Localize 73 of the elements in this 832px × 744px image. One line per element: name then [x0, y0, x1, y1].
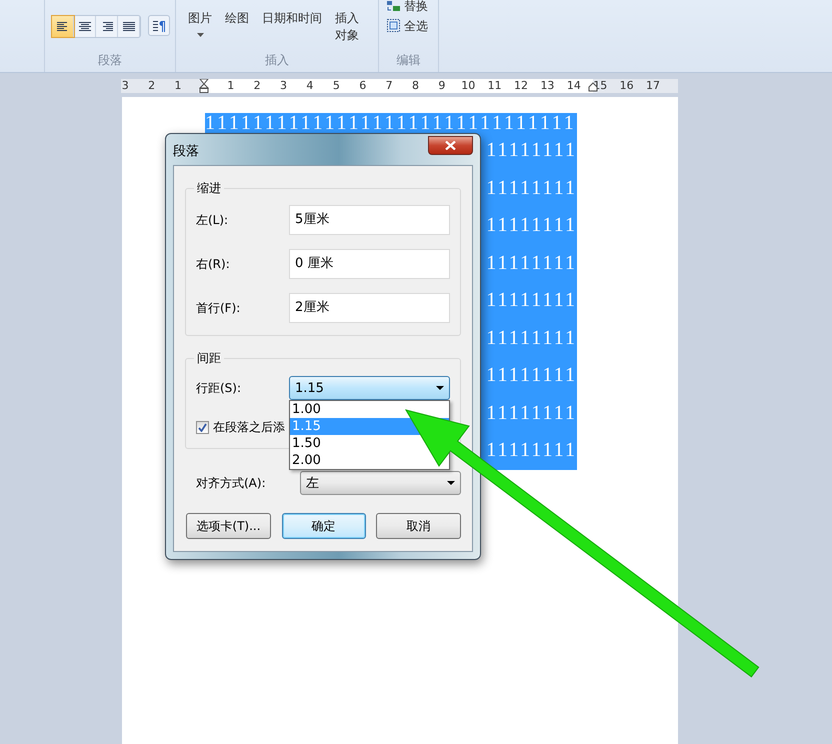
dropdown-option[interactable]: 1.00	[290, 401, 323, 418]
dropdown-arrow-icon	[447, 481, 455, 485]
document-text: 11111111	[486, 288, 577, 313]
input-field[interactable]: 5厘米	[289, 205, 450, 235]
checkbox-label: 在段落之后添	[213, 419, 285, 436]
align-button[interactable]	[52, 16, 74, 37]
ruler-number: 7	[384, 79, 394, 93]
ruler-number: 4	[305, 79, 314, 93]
ruler-number: 2	[252, 79, 262, 93]
ruler-number: 17	[645, 79, 661, 93]
field-label: 左(L):	[196, 212, 228, 228]
window-title: 段落	[173, 142, 199, 160]
ruler-number: 2	[147, 79, 156, 93]
document-text: 11111111	[486, 326, 577, 350]
document-text: 11111111	[486, 400, 577, 426]
select-all-icon	[387, 19, 400, 32]
field-label: 首行(F):	[196, 300, 240, 316]
dialog-button[interactable]: 选项卡(T)...	[186, 513, 271, 539]
document-text: 11111111	[486, 363, 577, 388]
field-label: 行距(S):	[196, 380, 242, 396]
ruler-number: 8	[410, 79, 420, 93]
document-text: 11111111	[486, 138, 577, 163]
insert-item-button[interactable]: 绘图	[225, 10, 249, 27]
ruler-number: 6	[358, 79, 368, 93]
group-legend: 间距	[194, 350, 224, 366]
ruler-number: 1	[173, 79, 182, 93]
line-spacing-dropdown[interactable]: 1.15	[289, 376, 450, 400]
insert-item-button[interactable]: 插入 对象	[335, 10, 359, 44]
group-label: 插入	[265, 52, 289, 69]
field-label: 右(R):	[196, 256, 230, 272]
ruler-number: 3	[121, 79, 130, 93]
indent-marker-icon[interactable]	[199, 79, 210, 93]
ruler-number: 1	[226, 79, 236, 93]
edit-item-button[interactable]: 替换	[387, 0, 438, 12]
ruler-number: 12	[513, 79, 530, 93]
align-justify-icon	[122, 21, 136, 32]
group-legend: 缩进	[194, 180, 224, 196]
paragraph-mark-icon	[152, 20, 166, 32]
insert-item-button[interactable]: 图片	[188, 10, 212, 37]
close-button[interactable]	[428, 136, 473, 154]
dialog-button[interactable]: 取消	[376, 513, 461, 539]
group-label: 段落	[98, 52, 122, 69]
document-text: 11111111	[486, 250, 577, 276]
insert-item-button[interactable]: 日期和时间	[262, 10, 322, 27]
checkbox[interactable]	[196, 421, 209, 434]
document-text: 1111111111111111111111111111111	[205, 114, 576, 132]
ruler-number: 3	[279, 79, 288, 93]
edit-item-button[interactable]: 全选	[387, 19, 438, 32]
align-center-icon	[78, 21, 92, 32]
field-label: 对齐方式(A):	[196, 474, 266, 492]
align-left-icon	[56, 21, 70, 32]
check-icon	[198, 423, 207, 432]
close-icon	[445, 140, 456, 150]
ruler-number: 5	[332, 79, 341, 93]
dropdown-option[interactable]: 1.50	[290, 435, 323, 452]
input-field[interactable]: 2厘米	[289, 293, 450, 323]
ruler-number: 10	[460, 79, 476, 93]
dialog-button[interactable]: 确定	[282, 513, 366, 539]
group-label: 编辑	[396, 52, 420, 69]
ruler-number: 13	[539, 79, 556, 93]
dropdown-option[interactable]: 2.00	[290, 452, 323, 469]
input-field[interactable]: 0 厘米	[289, 249, 450, 279]
ruler-number: 11	[486, 79, 503, 93]
document-text: 11111111	[486, 438, 577, 463]
alignment-dropdown[interactable]: 左	[300, 471, 461, 495]
ruler-number: 14	[566, 79, 582, 93]
dropdown-arrow-icon	[436, 386, 444, 390]
replace-icon	[387, 1, 400, 11]
document-text: 11111111	[486, 176, 577, 200]
ruler-number: 9	[437, 79, 446, 93]
document-text: 11111111	[486, 213, 577, 238]
paragraph-direction-button[interactable]	[148, 15, 170, 36]
ruler-number: 16	[618, 79, 635, 93]
